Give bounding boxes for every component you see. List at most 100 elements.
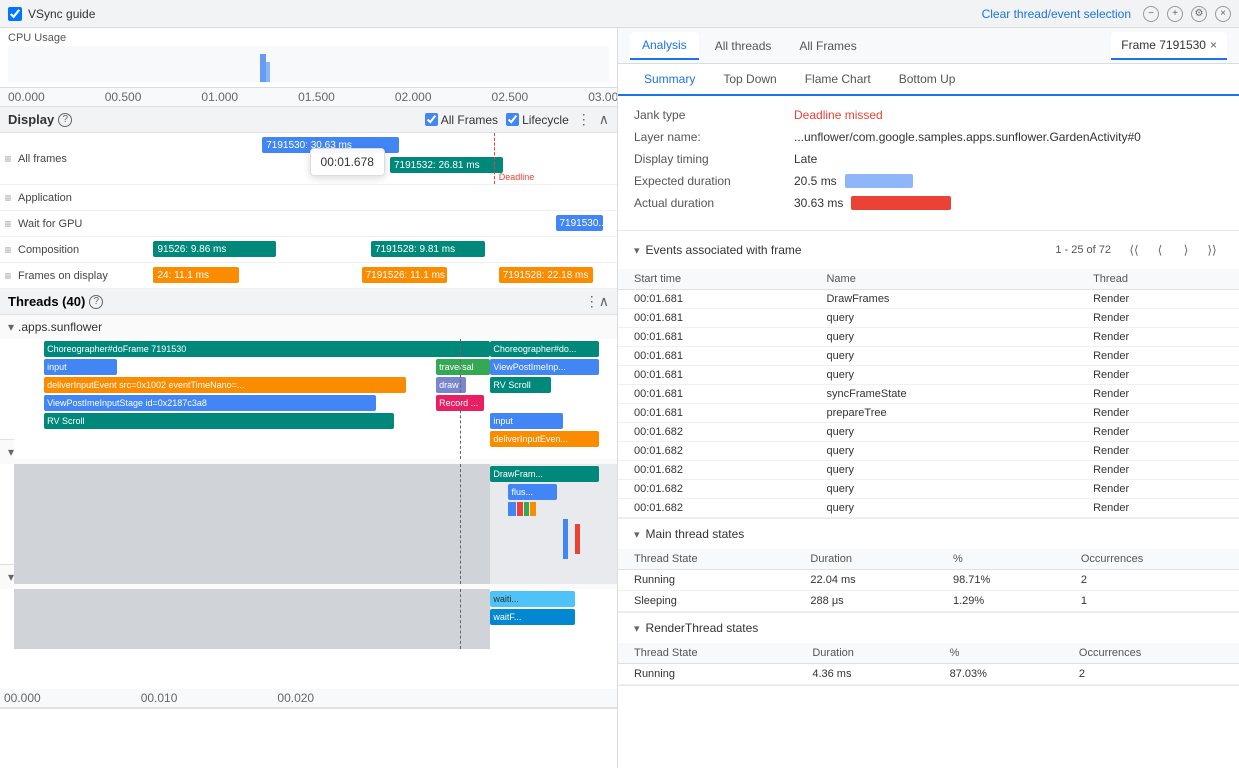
- render-states-table: Thread State Duration % Occurrences Runn…: [618, 643, 1239, 685]
- all-frames-checkbox-label[interactable]: All Frames: [425, 113, 498, 127]
- event-row[interactable]: 00:01.681 query Render: [618, 347, 1239, 366]
- threads-help-icon[interactable]: ?: [89, 295, 103, 309]
- render-states-header[interactable]: ▾ RenderThread states: [618, 613, 1239, 643]
- event-thread: Render: [1077, 461, 1239, 480]
- all-frames-checkbox[interactable]: [425, 113, 438, 126]
- event-row[interactable]: 00:01.682 query Render: [618, 423, 1239, 442]
- page-first-button[interactable]: ⟨⟨: [1123, 239, 1145, 261]
- layer-name-row: Layer name: ...unflower/com.google.sampl…: [634, 130, 1223, 144]
- display-menu-button[interactable]: ⋮: [577, 111, 591, 128]
- tab-analysis[interactable]: Analysis: [630, 32, 699, 60]
- sub-tab-flamechart[interactable]: Flame Chart: [791, 64, 885, 94]
- page-last-button[interactable]: ⟩⟩: [1201, 239, 1223, 261]
- main-thread-states-section: ▾ Main thread states Thread State Durati…: [618, 519, 1239, 613]
- ms-duration: 288 μs: [794, 591, 937, 612]
- vsync-checkbox[interactable]: [8, 7, 22, 21]
- display-title: Display: [8, 112, 54, 127]
- layer-name-value: ...unflower/com.google.samples.apps.sunf…: [794, 130, 1141, 144]
- render-thread-states-section: ▾ RenderThread states Thread State Durat…: [618, 613, 1239, 686]
- clear-button[interactable]: Clear thread/event selection: [982, 7, 1131, 21]
- row-label-app: Application: [14, 192, 144, 204]
- gpu-canvas[interactable]: waiti... waitF...: [14, 589, 617, 649]
- sunflower-vline: [460, 339, 461, 459]
- sunflower-canvas[interactable]: Choreographer#doFrame 7191530 Choreograp…: [14, 339, 617, 459]
- frame-tab-close[interactable]: ×: [1210, 38, 1217, 52]
- event-row[interactable]: 00:01.682 query Render: [618, 480, 1239, 499]
- tab-all-frames[interactable]: All Frames: [787, 33, 868, 59]
- events-header[interactable]: ▾ Events associated with frame 1 - 25 of…: [618, 231, 1239, 269]
- event-name: syncFrameState: [810, 385, 1077, 404]
- event-row[interactable]: 00:01.682 query Render: [618, 442, 1239, 461]
- main-states-header[interactable]: ▾ Main thread states: [618, 519, 1239, 549]
- main-states-title: Main thread states: [646, 527, 745, 541]
- event-row[interactable]: 00:01.681 syncFrameState Render: [618, 385, 1239, 404]
- event-row[interactable]: 00:01.681 DrawFrames Render: [618, 290, 1239, 309]
- row-content-gpu[interactable]: 7191530...: [144, 211, 617, 236]
- jank-type-value: Deadline missed: [794, 108, 883, 122]
- ms-occurrences: 1: [1065, 591, 1239, 612]
- tab-frame[interactable]: Frame 7191530 ×: [1111, 32, 1227, 60]
- sunflower-expand-icon[interactable]: ▾: [8, 320, 14, 334]
- right-panel: Analysis All threads All Frames Frame 71…: [618, 28, 1239, 768]
- sub-tab-summary[interactable]: Summary: [630, 64, 709, 96]
- tab-all-threads[interactable]: All threads: [703, 33, 784, 59]
- rs-col-pct: %: [934, 643, 1063, 664]
- cpu-usage-panel: CPU Usage: [0, 28, 617, 88]
- expected-duration-row: Expected duration 20.5 ms: [634, 174, 1223, 188]
- window-controls: − + ⚙ ×: [1143, 6, 1231, 22]
- events-table-head: Start time Name Thread: [618, 269, 1239, 290]
- col-thread: Thread: [1077, 269, 1239, 290]
- cpu-label: CPU Usage: [8, 32, 609, 44]
- event-row[interactable]: 00:01.681 prepareTree Render: [618, 404, 1239, 423]
- event-thread: Render: [1077, 347, 1239, 366]
- col-name: Name: [810, 269, 1077, 290]
- sub-tab-bottomup[interactable]: Bottom Up: [885, 64, 970, 94]
- row-content-fod[interactable]: 24: 11.1 ms 7191526: 11.1 ms 7191528: 22…: [144, 263, 617, 288]
- threads-collapse-button[interactable]: ∧: [599, 293, 609, 310]
- event-row[interactable]: 00:01.681 query Render: [618, 328, 1239, 347]
- display-help-icon[interactable]: ?: [58, 113, 72, 127]
- ruler-mark-1: 00.500: [105, 90, 142, 104]
- row-content-allframes[interactable]: 7191530: 30.63 ms 7191532: 26.81 ms Dead…: [144, 133, 617, 184]
- deadline-label: Deadline: [499, 172, 535, 182]
- event-start-time: 00:01.682: [618, 442, 810, 461]
- ms-pct: 98.71%: [937, 570, 1065, 591]
- event-row[interactable]: 00:01.681 query Render: [618, 366, 1239, 385]
- settings-button[interactable]: ⚙: [1191, 6, 1207, 22]
- event-start-time: 00:01.681: [618, 366, 810, 385]
- render-empty-area: [14, 464, 490, 584]
- sunflower-canvas-label: [0, 339, 14, 439]
- ms-duration: 22.04 ms: [794, 570, 937, 591]
- minimize-button[interactable]: −: [1143, 6, 1159, 22]
- event-name: query: [810, 328, 1077, 347]
- lifecycle-checkbox-label[interactable]: Lifecycle: [506, 113, 569, 127]
- gpu-vline: [460, 589, 461, 649]
- row-content-comp[interactable]: 91526: 9.86 ms 7191528: 9.81 ms: [144, 237, 617, 262]
- lifecycle-checkbox[interactable]: [506, 113, 519, 126]
- maximize-button[interactable]: +: [1167, 6, 1183, 22]
- event-row[interactable]: 00:01.682 query Render: [618, 499, 1239, 518]
- page-next-button[interactable]: ⟩: [1175, 239, 1197, 261]
- display-collapse-button[interactable]: ∧: [599, 111, 609, 128]
- traversal-bar: traversal: [436, 359, 490, 375]
- sub-tab-topdown[interactable]: Top Down: [709, 64, 790, 94]
- close-button[interactable]: ×: [1215, 6, 1231, 22]
- ruler-mark-3: 01.500: [298, 90, 335, 104]
- render-canvas[interactable]: DrawFram... flus...: [14, 464, 617, 584]
- threads-menu-button[interactable]: ⋮: [585, 293, 599, 310]
- bottom-ruler-2: 00.020: [277, 691, 314, 705]
- event-row[interactable]: 00:01.682 query Render: [618, 461, 1239, 480]
- event-start-time: 00:01.681: [618, 385, 810, 404]
- sunflower-group-header[interactable]: ▾ .apps.sunflower: [0, 315, 617, 339]
- event-name: DrawFrames: [810, 290, 1077, 309]
- rs-col-occ: Occurrences: [1063, 643, 1239, 664]
- actual-duration-row: Actual duration 30.63 ms: [634, 196, 1223, 210]
- row-content-app[interactable]: [144, 185, 617, 210]
- events-table: Start time Name Thread 00:01.681 DrawFra…: [618, 269, 1239, 518]
- page-prev-button[interactable]: ⟨: [1149, 239, 1171, 261]
- row-label-fod: Frames on display: [14, 270, 144, 282]
- event-start-time: 00:01.682: [618, 499, 810, 518]
- event-name: query: [810, 309, 1077, 328]
- event-row[interactable]: 00:01.681 query Render: [618, 309, 1239, 328]
- application-row: ≡ Application: [0, 185, 617, 211]
